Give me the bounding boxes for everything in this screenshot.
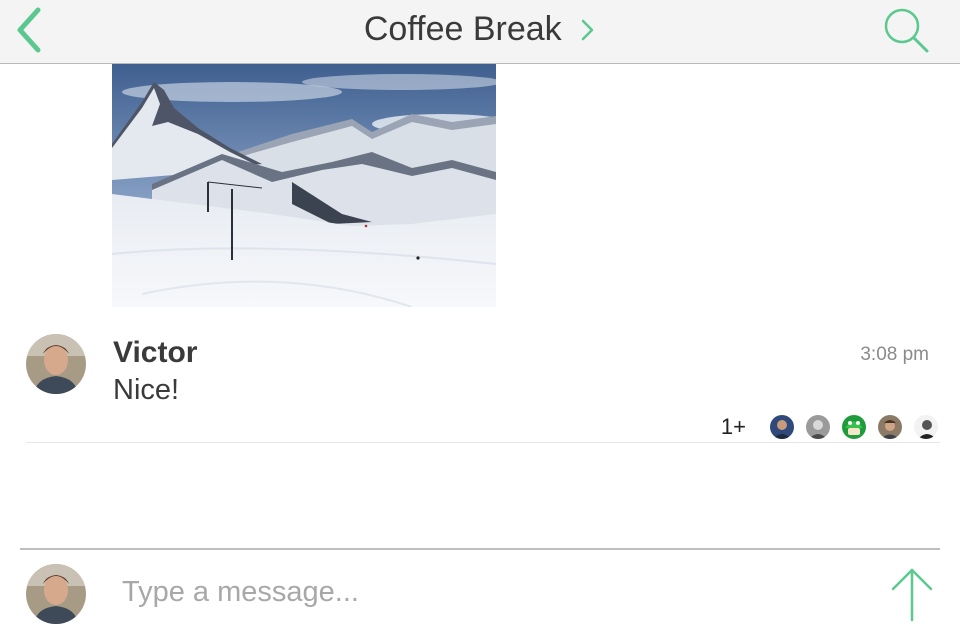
navigation-bar: Coffee Break bbox=[0, 0, 960, 64]
send-button[interactable] bbox=[890, 566, 934, 622]
search-button[interactable] bbox=[882, 6, 932, 56]
shared-photo[interactable] bbox=[112, 64, 496, 307]
conversation-title-button[interactable]: Coffee Break bbox=[0, 10, 960, 49]
read-receipt-avatar bbox=[806, 415, 830, 439]
avatar[interactable] bbox=[26, 334, 86, 394]
sender-name: Victor bbox=[113, 336, 198, 369]
message-timestamp: 3:08 pm bbox=[860, 344, 929, 365]
message-item[interactable]: Victor Nice! 3:08 pm 1+ bbox=[0, 330, 960, 444]
composer-divider bbox=[20, 548, 940, 550]
arrow-up-icon bbox=[891, 568, 933, 622]
read-receipt-avatar bbox=[878, 415, 902, 439]
message-divider bbox=[26, 442, 940, 443]
read-receipts[interactable]: 1+ bbox=[721, 414, 938, 440]
read-receipt-avatar bbox=[842, 415, 866, 439]
message-text: Nice! bbox=[113, 374, 180, 406]
message-input[interactable] bbox=[118, 566, 846, 618]
chevron-right-icon bbox=[581, 19, 594, 40]
conversation-title: Coffee Break bbox=[363, 10, 562, 48]
read-receipt-avatar bbox=[914, 415, 938, 439]
current-user-avatar[interactable] bbox=[26, 564, 86, 624]
read-receipt-count: 1+ bbox=[720, 414, 746, 439]
read-receipt-avatar bbox=[770, 415, 794, 439]
search-icon bbox=[884, 8, 929, 53]
snowy-mountain-photo bbox=[112, 64, 496, 307]
